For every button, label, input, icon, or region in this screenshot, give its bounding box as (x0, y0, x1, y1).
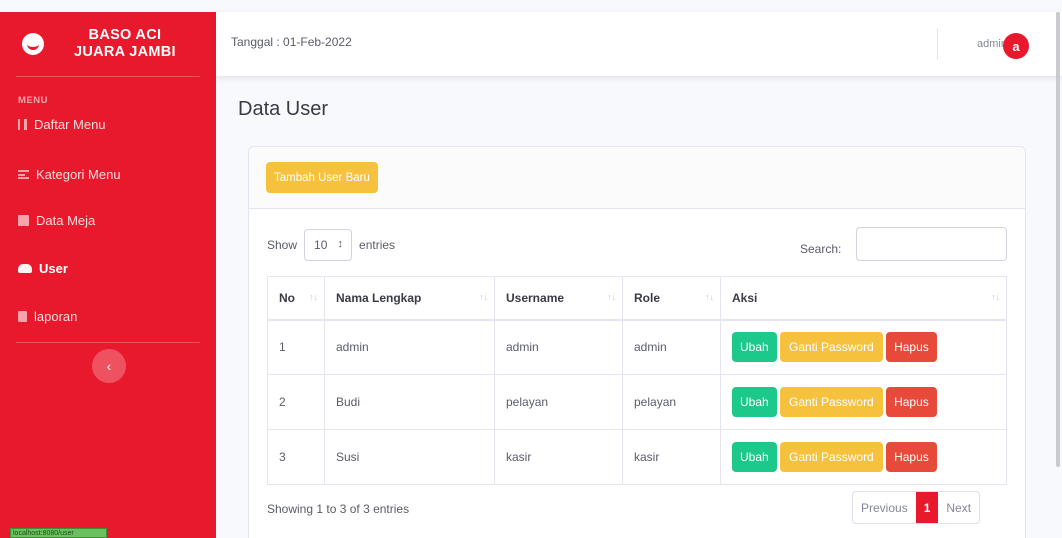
entries-label: entries (359, 238, 396, 252)
table-row: 2 Budi pelayan pelayan Ubah Ganti Passwo… (267, 374, 1007, 430)
cell-role: pelayan (622, 374, 721, 430)
sidebar-item-user[interactable]: User (0, 256, 216, 280)
column-label: Role (634, 290, 661, 305)
page-title: Data User (238, 98, 329, 120)
sidebar: BASO ACI JUARA JAMBI MENU Daftar Menu Ka… (0, 12, 216, 538)
cell-aksi: Ubah Ganti Password Hapus (720, 319, 1007, 375)
cell-no: 1 (267, 319, 325, 375)
topbar-divider (937, 28, 938, 60)
sidebar-item-label: Data Meja (36, 212, 96, 228)
sort-icon: ↑↓ (991, 292, 1000, 302)
delete-button[interactable]: Hapus (886, 387, 937, 417)
sidebar-item-label: Daftar Menu (34, 116, 106, 132)
entries-select[interactable]: 10 (304, 229, 353, 261)
column-header-role[interactable]: Role ↑↓ (622, 276, 721, 321)
edit-button[interactable]: Ubah (732, 387, 777, 417)
table-info: Showing 1 to 3 of 3 entries (267, 502, 410, 516)
brand-line1: BASO ACI (88, 27, 162, 43)
cell-nama: admin (324, 319, 495, 375)
users-icon (18, 263, 32, 273)
cell-aksi: Ubah Ganti Password Hapus (720, 429, 1007, 485)
pagination: Previous 1 Next (852, 491, 981, 524)
search-label: Search: (800, 242, 842, 256)
utensils-icon (18, 118, 27, 130)
cell-aksi: Ubah Ganti Password Hapus (720, 374, 1007, 430)
column-header-aksi[interactable]: Aksi ↑↓ (720, 276, 1007, 321)
change-password-button[interactable]: Ganti Password (780, 332, 883, 363)
add-user-button[interactable]: Tambah User Baru (266, 162, 378, 193)
status-url: localhost:8080/user (10, 528, 107, 538)
avatar[interactable]: a (1003, 33, 1029, 59)
table-icon (18, 214, 29, 226)
column-label: No (279, 290, 295, 305)
sort-icon: ↑↓ (705, 292, 714, 302)
sidebar-heading: MENU (18, 95, 48, 106)
page-1-button[interactable]: 1 (915, 492, 939, 523)
brand[interactable]: BASO ACI JUARA JAMBI (0, 12, 216, 76)
brand-text: BASO ACI JUARA JAMBI (74, 27, 176, 61)
entries-value: 10 (314, 238, 328, 252)
sidebar-item-label: User (39, 260, 68, 276)
cell-username: kasir (494, 429, 623, 485)
sort-icon: ↑↓ (479, 292, 488, 302)
table-row: 3 Susi kasir kasir Ubah Ganti Password H… (267, 429, 1007, 485)
column-header-username[interactable]: Username ↑↓ (494, 276, 623, 321)
sidebar-toggle-button[interactable]: ‹ (92, 349, 126, 383)
cell-username: admin (494, 319, 623, 375)
list-icon (18, 169, 29, 179)
brand-line2: JUARA JAMBI (74, 44, 176, 60)
column-label: Username (506, 290, 565, 305)
next-page-button[interactable]: Next (938, 492, 979, 523)
column-header-no[interactable]: No ↑↓ (267, 276, 325, 321)
cell-role: kasir (622, 429, 721, 485)
edit-button[interactable]: Ubah (732, 442, 777, 472)
sidebar-item-daftar-menu[interactable]: Daftar Menu (0, 112, 216, 136)
table-row: 1 admin admin admin Ubah Ganti Password … (267, 319, 1007, 375)
cell-nama: Susi (324, 429, 495, 485)
card-header: Tambah User Baru (249, 147, 1025, 209)
sort-icon: ↑↓ (309, 292, 318, 302)
sidebar-item-laporan[interactable]: laporan (0, 304, 216, 328)
sort-icon: ↑↓ (607, 292, 616, 302)
change-password-button[interactable]: Ganti Password (780, 387, 883, 417)
brand-logo-icon (22, 33, 44, 55)
date-label: Tanggal : 01-Feb-2022 (231, 35, 352, 49)
sidebar-item-kategori-menu[interactable]: Kategori Menu (0, 162, 216, 186)
delete-button[interactable]: Hapus (886, 332, 937, 363)
show-label: Show (267, 238, 298, 252)
sidebar-item-label: laporan (34, 308, 78, 324)
cell-no: 2 (267, 374, 325, 430)
edit-button[interactable]: Ubah (732, 332, 777, 363)
sidebar-divider (16, 342, 200, 343)
user-table: No ↑↓ Nama Lengkap ↑↓ Username ↑↓ Role ↑↓ Ak… (267, 276, 1007, 485)
scrollbar[interactable] (1056, 12, 1060, 467)
previous-page-button[interactable]: Previous (853, 492, 916, 523)
sidebar-item-data-meja[interactable]: Data Meja (0, 208, 216, 232)
change-password-button[interactable]: Ganti Password (780, 442, 883, 472)
cell-role: admin (622, 319, 721, 375)
user-card: Tambah User Baru Show 10 entries Search:… (248, 146, 1026, 538)
column-label: Nama Lengkap (336, 290, 422, 305)
delete-button[interactable]: Hapus (886, 442, 937, 472)
entries-length: Show 10 entries (267, 229, 395, 261)
table-header-row: No ↑↓ Nama Lengkap ↑↓ Username ↑↓ Role ↑↓ Ak… (267, 276, 1007, 321)
column-header-nama[interactable]: Nama Lengkap ↑↓ (324, 276, 495, 321)
sidebar-item-label: Kategori Menu (36, 166, 121, 182)
column-label: Aksi (732, 290, 758, 305)
search-input[interactable] (856, 227, 1007, 261)
cell-no: 3 (267, 429, 325, 485)
file-icon (18, 310, 27, 322)
topbar: Tanggal : 01-Feb-2022 admin a (216, 12, 1062, 76)
cell-username: pelayan (494, 374, 623, 430)
cell-nama: Budi (324, 374, 495, 430)
